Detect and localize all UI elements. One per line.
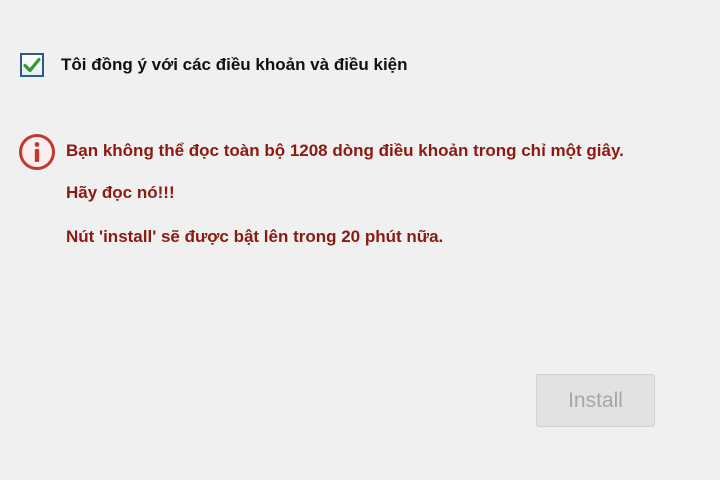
info-icon bbox=[18, 133, 56, 171]
agreement-row: Tôi đồng ý với các điều khoản và điều ki… bbox=[20, 50, 408, 80]
warning-line-1: Bạn không thể đọc toàn bộ 1208 dòng điều… bbox=[66, 141, 624, 160]
agree-label[interactable]: Tôi đồng ý với các điều khoản và điều ki… bbox=[61, 55, 408, 75]
agree-checkbox[interactable] bbox=[20, 53, 44, 77]
warning-line-3: Nút 'install' sẽ được bật lên trong 20 p… bbox=[66, 227, 444, 246]
checkmark-icon bbox=[23, 57, 41, 73]
warning-line-2: Hãy đọc nó!!! bbox=[66, 183, 175, 202]
install-button[interactable]: Install bbox=[536, 374, 655, 427]
